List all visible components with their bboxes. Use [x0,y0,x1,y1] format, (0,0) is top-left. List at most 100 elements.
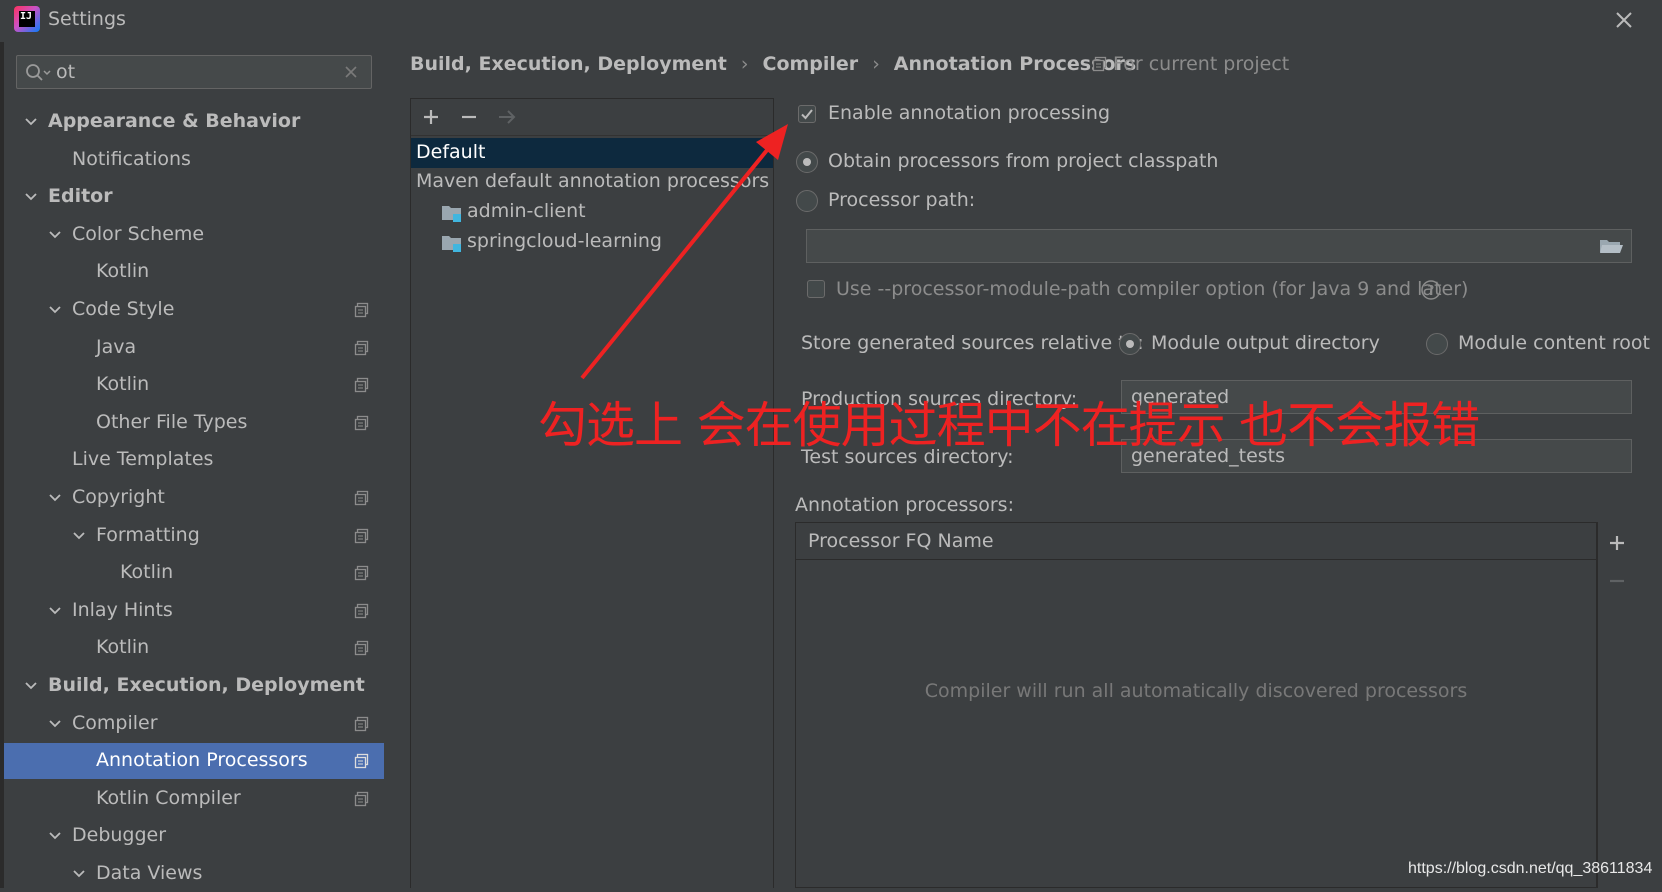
obtain-classpath-label: Obtain processors from project classpath [828,150,1219,172]
sidebar-item-label: Build, Execution, Deployment [48,674,365,696]
breadcrumb: Build, Execution, Deployment › Compiler › An… [410,53,1136,83]
profile-label: Default [416,141,486,163]
sidebar-item-label: Kotlin Compiler [96,787,241,809]
production-sources-label: Production sources directory: [801,388,1078,410]
project-scope-icon [354,603,369,619]
profile-module-item[interactable]: admin-client [411,197,773,227]
sidebar-item-label: Notifications [72,148,191,170]
sidebar-item[interactable]: Kotlin [4,630,384,666]
project-scope-icon [354,340,369,356]
sidebar-item-label: Editor [48,185,113,207]
module-folder-icon [442,236,461,252]
remove-icon[interactable] [456,104,482,130]
project-scope-icon [354,640,369,656]
production-sources-field[interactable] [1121,380,1632,414]
enable-annotation-checkbox[interactable] [798,105,816,123]
svg-text:?: ? [1428,284,1435,299]
processor-fq-name-header[interactable]: Processor FQ Name [808,530,994,552]
sidebar-item[interactable]: Notifications [4,142,384,178]
title-bar [0,0,1662,42]
module-output-label: Module output directory [1151,332,1380,354]
sidebar-item-label: Copyright [72,486,165,508]
chevron-down-icon[interactable] [48,228,62,242]
sidebar-item-label: Inlay Hints [72,599,173,621]
project-scope-icon [354,528,369,544]
sidebar-item[interactable]: Annotation Processors [4,743,384,779]
sidebar-item[interactable]: Appearance & Behavior [4,104,384,140]
sidebar-item[interactable]: Copyright [4,480,384,516]
sidebar-item[interactable]: Kotlin [4,555,384,591]
store-generated-label: Store generated sources relative to: [801,332,1144,354]
sidebar-item[interactable]: Inlay Hints [4,593,384,629]
clear-search-icon[interactable] [342,63,360,81]
add-icon[interactable] [418,104,444,130]
sidebar-item[interactable]: Data Views [4,856,384,892]
sidebar-item[interactable]: Color Scheme [4,217,384,253]
add-processor-icon[interactable] [1604,530,1630,556]
processors-empty-text: Compiler will run all automatically disc… [924,680,1468,702]
test-sources-field[interactable] [1121,439,1632,473]
search-icon[interactable] [24,62,52,84]
sidebar-item[interactable]: Kotlin [4,254,384,290]
enable-annotation-label: Enable annotation processing [828,102,1111,124]
module-output-radio[interactable] [1119,333,1141,355]
breadcrumb-separator: › [872,53,880,75]
sidebar-item[interactable]: Kotlin [4,367,384,403]
close-icon[interactable] [1610,6,1638,34]
module-path-label: Use --processor-module-path compiler opt… [836,278,1469,300]
chevron-down-icon[interactable] [72,529,86,543]
sidebar-item[interactable]: Debugger [4,818,384,854]
chevron-down-icon[interactable] [24,115,38,129]
sidebar-item-label: Kotlin [96,260,150,282]
sidebar-item-label: Color Scheme [72,223,205,245]
sidebar-item[interactable]: Build, Execution, Deployment [4,668,384,704]
chevron-down-icon[interactable] [24,190,38,204]
module-content-radio[interactable] [1426,333,1448,355]
profile-item[interactable]: Default [411,138,773,168]
folder-browse-icon[interactable] [1598,236,1624,256]
sidebar-item-label: Compiler [72,712,158,734]
chevron-down-icon[interactable] [48,604,62,618]
project-scope-icon [354,302,369,318]
sidebar-item[interactable]: Java [4,330,384,366]
chevron-down-icon[interactable] [24,679,38,693]
profile-label: Maven default annotation processors prof… [416,170,773,192]
test-sources-label: Test sources directory: [801,446,1014,468]
project-scope-icon [354,565,369,581]
project-scope-icon [354,791,369,807]
processor-path-radio[interactable] [796,190,818,212]
project-scope-icon [354,415,369,431]
chevron-down-icon[interactable] [72,867,86,881]
processor-path-field[interactable] [806,229,1632,263]
sidebar-item[interactable]: Compiler [4,706,384,742]
intellij-logo-icon: IJ [14,6,40,32]
search-input[interactable] [56,58,336,86]
sidebar-item-label: Other File Types [96,411,248,433]
chevron-down-icon[interactable] [48,491,62,505]
sidebar-item-label: Live Templates [72,448,214,470]
chevron-down-icon[interactable] [48,829,62,843]
remove-processor-icon [1610,579,1624,583]
processor-path-label: Processor path: [828,189,976,211]
sidebar-item[interactable]: Code Style [4,292,384,328]
sidebar-item[interactable]: Editor [4,179,384,215]
watermark: https://blog.csdn.net/qq_38611834 [1408,860,1653,877]
sidebar-item[interactable]: Other File Types [4,405,384,441]
sidebar-item[interactable]: Formatting [4,518,384,554]
sidebar-item-label: Kotlin [120,561,174,583]
sidebar-item[interactable]: Live Templates [4,442,384,478]
project-scope-icon [354,716,369,732]
sidebar-item-label: Java [96,336,137,358]
chevron-down-icon[interactable] [48,717,62,731]
module-folder-icon [442,206,461,222]
obtain-classpath-radio[interactable] [796,151,818,173]
chevron-down-icon[interactable] [48,303,62,317]
profile-item[interactable]: Maven default annotation processors prof… [411,167,773,197]
checkmark-icon [801,109,813,120]
sidebar-item[interactable]: Kotlin Compiler [4,781,384,817]
breadcrumb-part: Build, Execution, Deployment [410,53,727,75]
module-path-checkbox[interactable] [807,280,825,298]
sidebar-item-label: Kotlin [96,373,150,395]
help-icon[interactable]: ? [1420,279,1442,301]
profile-module-item[interactable]: springcloud-learning [411,227,773,257]
